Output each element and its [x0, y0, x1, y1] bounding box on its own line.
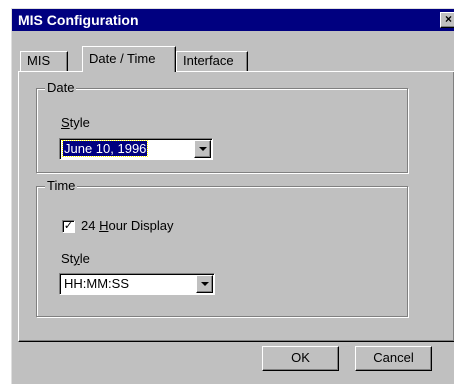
time-group-legend: Time: [45, 178, 78, 193]
ok-button[interactable]: OK: [262, 346, 339, 371]
date-style-label-rest: tyle: [69, 115, 90, 130]
cancel-button[interactable]: Cancel: [355, 346, 432, 371]
tab-label: MIS: [27, 53, 51, 68]
tab-label: Interface: [183, 53, 234, 68]
time-style-label-post: le: [79, 251, 90, 266]
time-style-combobox[interactable]: HH:MM:SS: [59, 273, 215, 295]
time-style-value: HH:MM:SS: [64, 276, 129, 291]
time-style-label-pre: St: [61, 251, 74, 266]
checkbox-label-post: our Display: [108, 218, 174, 233]
date-style-value: June 10, 1996: [61, 140, 149, 157]
date-style-label-accel: S: [61, 115, 70, 130]
date-group-legend: Date: [45, 80, 77, 95]
24-hour-display-checkbox[interactable]: ✓: [62, 220, 75, 233]
tab-label: Date / Time: [89, 51, 156, 66]
chevron-down-icon[interactable]: [196, 275, 213, 293]
window-title: MIS Configuration: [18, 12, 139, 28]
date-groupbox: Date Style June 10, 1996: [36, 80, 408, 173]
checkbox-label-pre: 24: [81, 218, 100, 233]
date-style-label: Style: [61, 115, 90, 130]
close-icon[interactable]: ×: [440, 12, 454, 28]
time-groupbox: Time ✓ 24 Hour Display Style HH:MM:SS: [36, 178, 408, 317]
tab-interface[interactable]: Interface: [176, 51, 248, 71]
title-bar[interactable]: MIS Configuration ×: [12, 9, 454, 31]
chevron-down-icon[interactable]: [194, 140, 211, 158]
tab-mis[interactable]: MIS: [20, 51, 68, 71]
tab-date-time[interactable]: Date / Time: [82, 46, 176, 72]
24-hour-display-label[interactable]: 24 Hour Display: [81, 218, 174, 233]
time-style-label: Style: [61, 251, 90, 266]
check-mark-icon: ✓: [63, 220, 74, 232]
date-style-combobox[interactable]: June 10, 1996: [59, 138, 213, 160]
